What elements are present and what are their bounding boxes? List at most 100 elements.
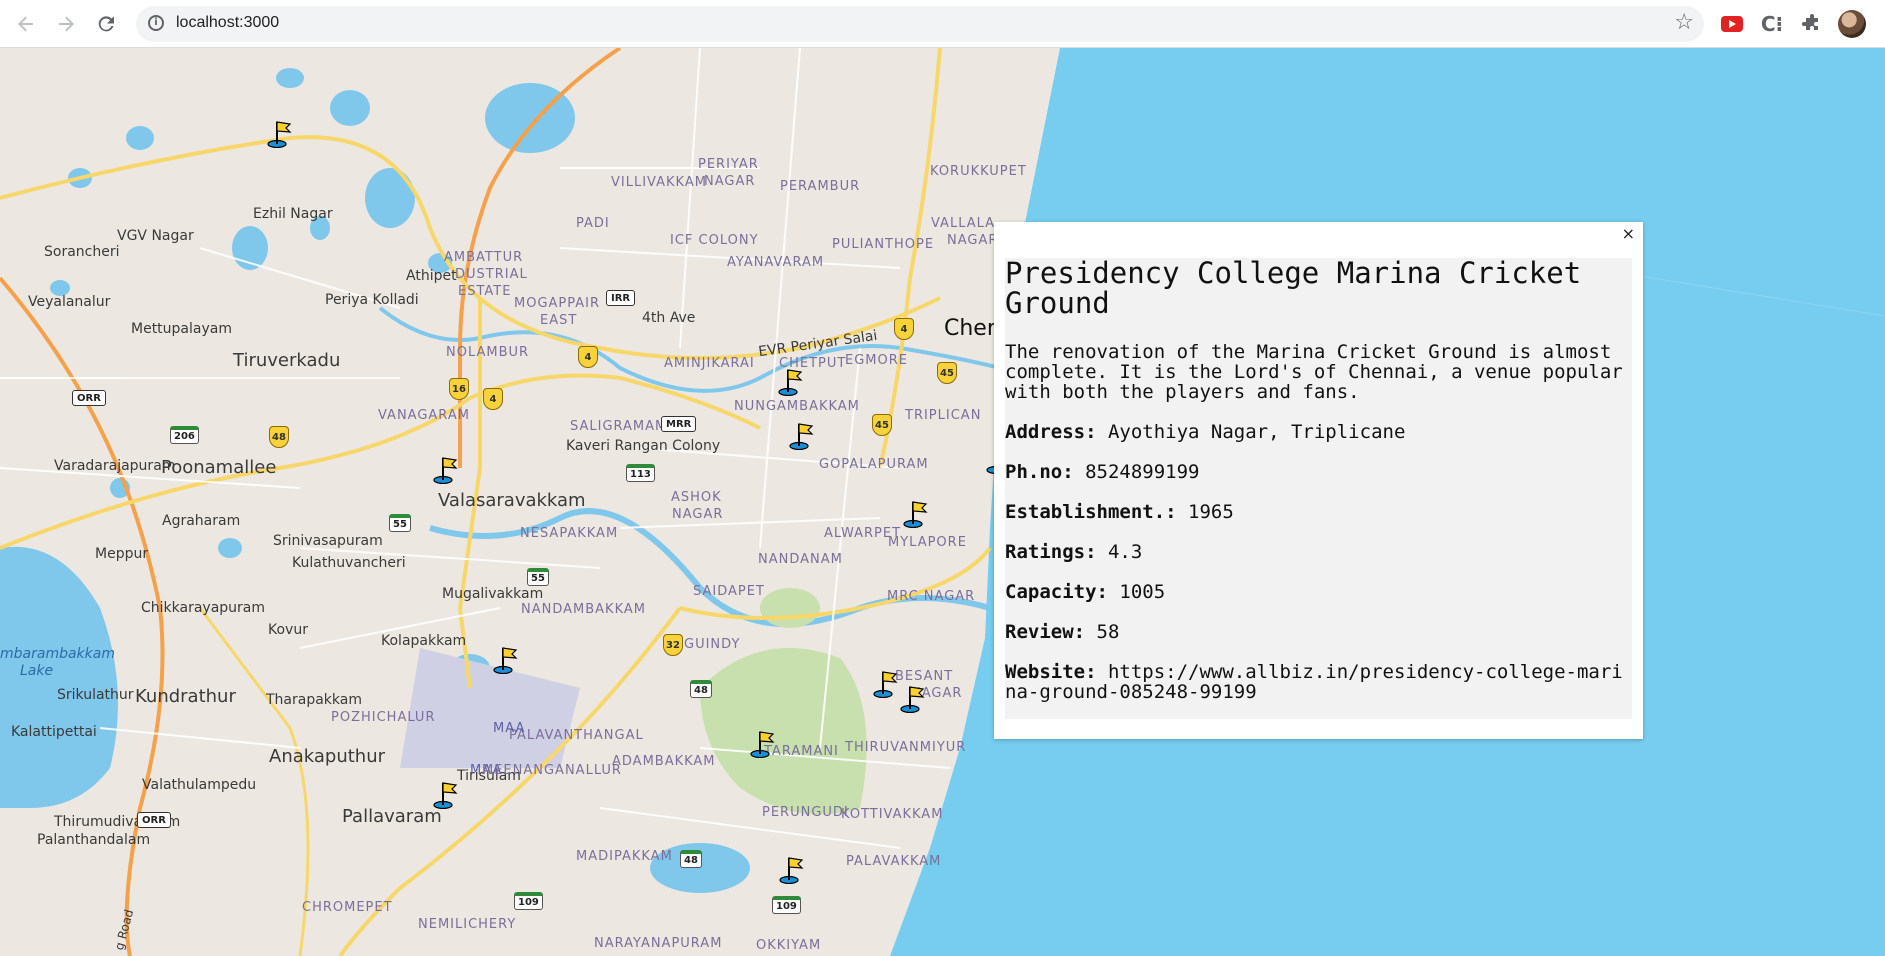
- map-label: Ezhil Nagar: [253, 206, 333, 222]
- field-value: 4.3: [1107, 541, 1143, 563]
- map-label: EAST: [540, 313, 578, 328]
- map-label: NANDAMBAKKAM: [521, 602, 646, 617]
- state-route-shield: 45: [872, 414, 892, 436]
- back-arrow-icon[interactable]: [12, 10, 40, 38]
- map-label: PERAMBUR: [780, 179, 861, 194]
- map-label: DUSTRIAL: [455, 267, 528, 282]
- popup-close-button[interactable]: ×: [1622, 224, 1635, 243]
- youtube-extension-icon[interactable]: [1720, 12, 1744, 36]
- map-label: Chikkarayapuram: [141, 600, 266, 616]
- map-label: Varadarajapuram: [54, 458, 176, 474]
- extensions-puzzle-icon[interactable]: [1800, 12, 1824, 36]
- field-label: Website:: [1005, 661, 1097, 683]
- reload-icon[interactable]: [92, 10, 120, 38]
- cricket-ground-flag-icon[interactable]: [873, 670, 899, 698]
- national-highway-shield: 48: [690, 680, 712, 698]
- cricket-ground-flag-icon[interactable]: [433, 456, 459, 484]
- map-label: ESTATE: [458, 284, 512, 299]
- state-route-shield: 4: [578, 346, 598, 368]
- map-label: Lake: [20, 663, 54, 679]
- state-route-shield: 4: [894, 318, 914, 340]
- map-label: MYLAPORE: [888, 535, 967, 550]
- map-label: ASHOK: [671, 490, 722, 505]
- map-label: OKKIYAM: [756, 938, 822, 953]
- address-bar[interactable]: i localhost:3000 ☆: [136, 6, 1704, 42]
- map-label: Agraharam: [162, 513, 241, 529]
- map-label: Kovur: [268, 622, 308, 638]
- national-highway-shield: 206: [170, 426, 199, 444]
- map-label: Periya Kolladi: [325, 292, 419, 308]
- map-label: VILLIVAKKAM: [611, 175, 707, 190]
- map-label: MRC NAGAR: [887, 589, 976, 604]
- cricket-ground-flag-icon[interactable]: [900, 685, 926, 713]
- forward-arrow-icon[interactable]: [52, 10, 80, 38]
- national-highway-shield: 55: [527, 568, 549, 586]
- cricket-ground-flag-icon[interactable]: [433, 781, 459, 809]
- popup-field-establishment: Establishment.: 1965: [1005, 502, 1632, 522]
- popup-field-website: Website: https://www.allbiz.in/presidenc…: [1005, 662, 1632, 702]
- map-label: mbarambakkam: [0, 646, 115, 662]
- cricket-ground-flag-icon[interactable]: [903, 500, 929, 528]
- map-label: Poonamallee: [161, 457, 277, 478]
- cricket-ground-flag-icon[interactable]: [789, 422, 815, 450]
- browser-toolbar: i localhost:3000 ☆ C⁝: [0, 0, 1885, 48]
- map-label: NAGAR: [704, 174, 756, 189]
- c-extension-icon[interactable]: C⁝: [1760, 12, 1784, 36]
- state-route-shield: 32: [663, 634, 683, 656]
- field-label: Establishment.:: [1005, 501, 1177, 523]
- field-value[interactable]: https://www.allbiz.in/presidency-college…: [1005, 661, 1623, 703]
- field-value: 1965: [1188, 501, 1234, 523]
- ring-road-shield: ORR: [72, 390, 106, 406]
- national-highway-shield: 109: [514, 892, 543, 910]
- national-highway-shield: 55: [389, 514, 411, 532]
- map-label: SALIGRAMAM: [570, 419, 668, 434]
- map-label: PALAVAKKAM: [846, 854, 942, 869]
- map-label: Kalattipettai: [11, 724, 97, 740]
- bookmark-star-icon[interactable]: ☆: [1674, 10, 1694, 35]
- site-info-icon[interactable]: i: [148, 15, 164, 31]
- popup-field-phone: Ph.no: 8524899199: [1005, 462, 1632, 482]
- popup-description: The renovation of the Marina Cricket Gro…: [1005, 341, 1623, 403]
- map-label: SAIDAPET: [693, 584, 765, 599]
- map-label: MAA: [493, 721, 526, 736]
- map-label: Palanthandalam: [37, 832, 151, 848]
- cricket-ground-flag-icon[interactable]: [779, 856, 805, 884]
- map-label: ICF COLONY: [670, 233, 759, 248]
- map-label: MADIPAKKAM: [576, 849, 673, 864]
- cricket-ground-flag-icon[interactable]: [493, 646, 519, 674]
- map-label: VGV Nagar: [117, 228, 194, 244]
- map-label: PERIYAR: [698, 157, 759, 172]
- map-label: GOPALAPURAM: [819, 457, 929, 472]
- map-label: NUNGAMBAKKAM: [734, 399, 860, 414]
- cricket-ground-flag-icon[interactable]: [778, 368, 804, 396]
- field-label: Ratings:: [1005, 541, 1097, 563]
- map-label: PADI: [576, 216, 610, 231]
- national-highway-shield: 113: [626, 464, 655, 482]
- map-label: GUINDY: [684, 637, 741, 652]
- map-view[interactable]: Ezhil Nagar VGV Nagar Sorancheri Veyalan…: [0, 48, 1885, 956]
- field-value: 58: [1096, 621, 1120, 643]
- profile-avatar[interactable]: [1838, 10, 1866, 38]
- ring-road-shield: ORR: [137, 812, 171, 828]
- popup-content: Presidency College Marina Cricket Ground…: [1005, 258, 1632, 719]
- field-label: Ph.no:: [1005, 461, 1074, 483]
- place-popup: × Presidency College Marina Cricket Grou…: [994, 222, 1643, 739]
- cricket-ground-flag-icon[interactable]: [750, 730, 776, 758]
- map-label: Athipet: [406, 268, 457, 284]
- map-label: PERUNGUDI: [762, 805, 849, 820]
- map-label: VALLALA: [931, 216, 996, 231]
- ring-road-shield: MRR: [661, 416, 697, 432]
- url-text: localhost:3000: [176, 14, 280, 31]
- state-route-shield: 4: [483, 388, 503, 410]
- map-label: NANDANAM: [758, 552, 843, 567]
- map-label: Srinivasapuram: [273, 533, 383, 549]
- map-label: Kaveri Rangan Colony: [566, 438, 721, 454]
- map-label: PULIANTHOPE: [832, 237, 935, 252]
- map-label: AMBATTUR: [444, 250, 524, 265]
- cricket-ground-flag-icon[interactable]: [267, 120, 293, 148]
- map-label: 4th Ave: [642, 310, 696, 326]
- map-label: KORUKKUPET: [930, 164, 1027, 179]
- map-label: NESAPAKKAM: [520, 526, 619, 541]
- map-label: Valasaravakkam: [438, 490, 586, 511]
- map-label: TRIPLICAN: [905, 408, 982, 423]
